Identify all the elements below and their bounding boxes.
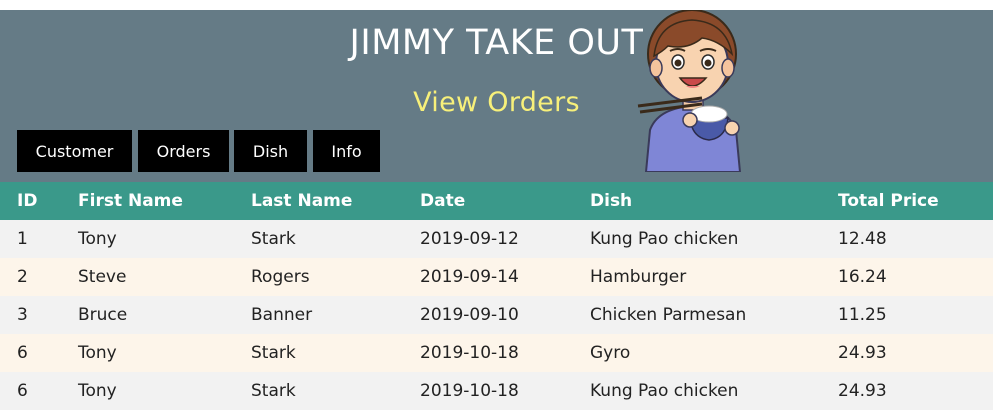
column-header-date: Date (403, 182, 573, 220)
cell-id: 2 (0, 258, 61, 296)
column-header-dish: Dish (573, 182, 821, 220)
page-subtitle: View Orders (413, 87, 580, 118)
cell-first-name: Tony (61, 220, 234, 258)
column-header-first-name: First Name (61, 182, 234, 220)
cell-last-name: Stark (234, 334, 403, 372)
cell-id: 3 (0, 296, 61, 334)
cartoon-boy-eating-rice-icon (637, 10, 742, 172)
cell-id: 6 (0, 334, 61, 372)
cell-total-price: 24.93 (821, 372, 993, 410)
cell-total-price: 16.24 (821, 258, 993, 296)
cell-total-price: 24.93 (821, 334, 993, 372)
cell-last-name: Rogers (234, 258, 403, 296)
nav-dish-button[interactable]: Dish (234, 130, 307, 172)
cell-first-name: Steve (61, 258, 234, 296)
cell-dish: Hamburger (573, 258, 821, 296)
cell-first-name: Bruce (61, 296, 234, 334)
app-title: JIMMY TAKE OUT (349, 23, 644, 63)
cell-first-name: Tony (61, 372, 234, 410)
cell-id: 1 (0, 220, 61, 258)
nav-orders-button[interactable]: Orders (138, 130, 229, 172)
cell-last-name: Stark (234, 220, 403, 258)
orders-table: ID First Name Last Name Date Dish Total … (0, 182, 993, 410)
cell-last-name: Banner (234, 296, 403, 334)
nav-customer-button[interactable]: Customer (17, 130, 132, 172)
nav-info-button[interactable]: Info (313, 130, 380, 172)
column-header-last-name: Last Name (234, 182, 403, 220)
cell-date: 2019-10-18 (403, 372, 573, 410)
table-row: 3 Bruce Banner 2019-09-10 Chicken Parmes… (0, 296, 993, 334)
cell-dish: Chicken Parmesan (573, 296, 821, 334)
cell-total-price: 11.25 (821, 296, 993, 334)
cell-date: 2019-10-18 (403, 334, 573, 372)
cell-id: 6 (0, 372, 61, 410)
table-row: 1 Tony Stark 2019-09-12 Kung Pao chicken… (0, 220, 993, 258)
column-header-id: ID (0, 182, 61, 220)
cell-last-name: Stark (234, 372, 403, 410)
cell-dish: Kung Pao chicken (573, 372, 821, 410)
table-row: 6 Tony Stark 2019-10-18 Gyro 24.93 (0, 334, 993, 372)
cell-dish: Gyro (573, 334, 821, 372)
cell-total-price: 12.48 (821, 220, 993, 258)
cell-date: 2019-09-10 (403, 296, 573, 334)
table-row: 6 Tony Stark 2019-10-18 Kung Pao chicken… (0, 372, 993, 410)
cell-first-name: Tony (61, 334, 234, 372)
cell-date: 2019-09-12 (403, 220, 573, 258)
cell-dish: Kung Pao chicken (573, 220, 821, 258)
table-header-row: ID First Name Last Name Date Dish Total … (0, 182, 993, 220)
column-header-total-price: Total Price (821, 182, 993, 220)
table-row: 2 Steve Rogers 2019-09-14 Hamburger 16.2… (0, 258, 993, 296)
cell-date: 2019-09-14 (403, 258, 573, 296)
